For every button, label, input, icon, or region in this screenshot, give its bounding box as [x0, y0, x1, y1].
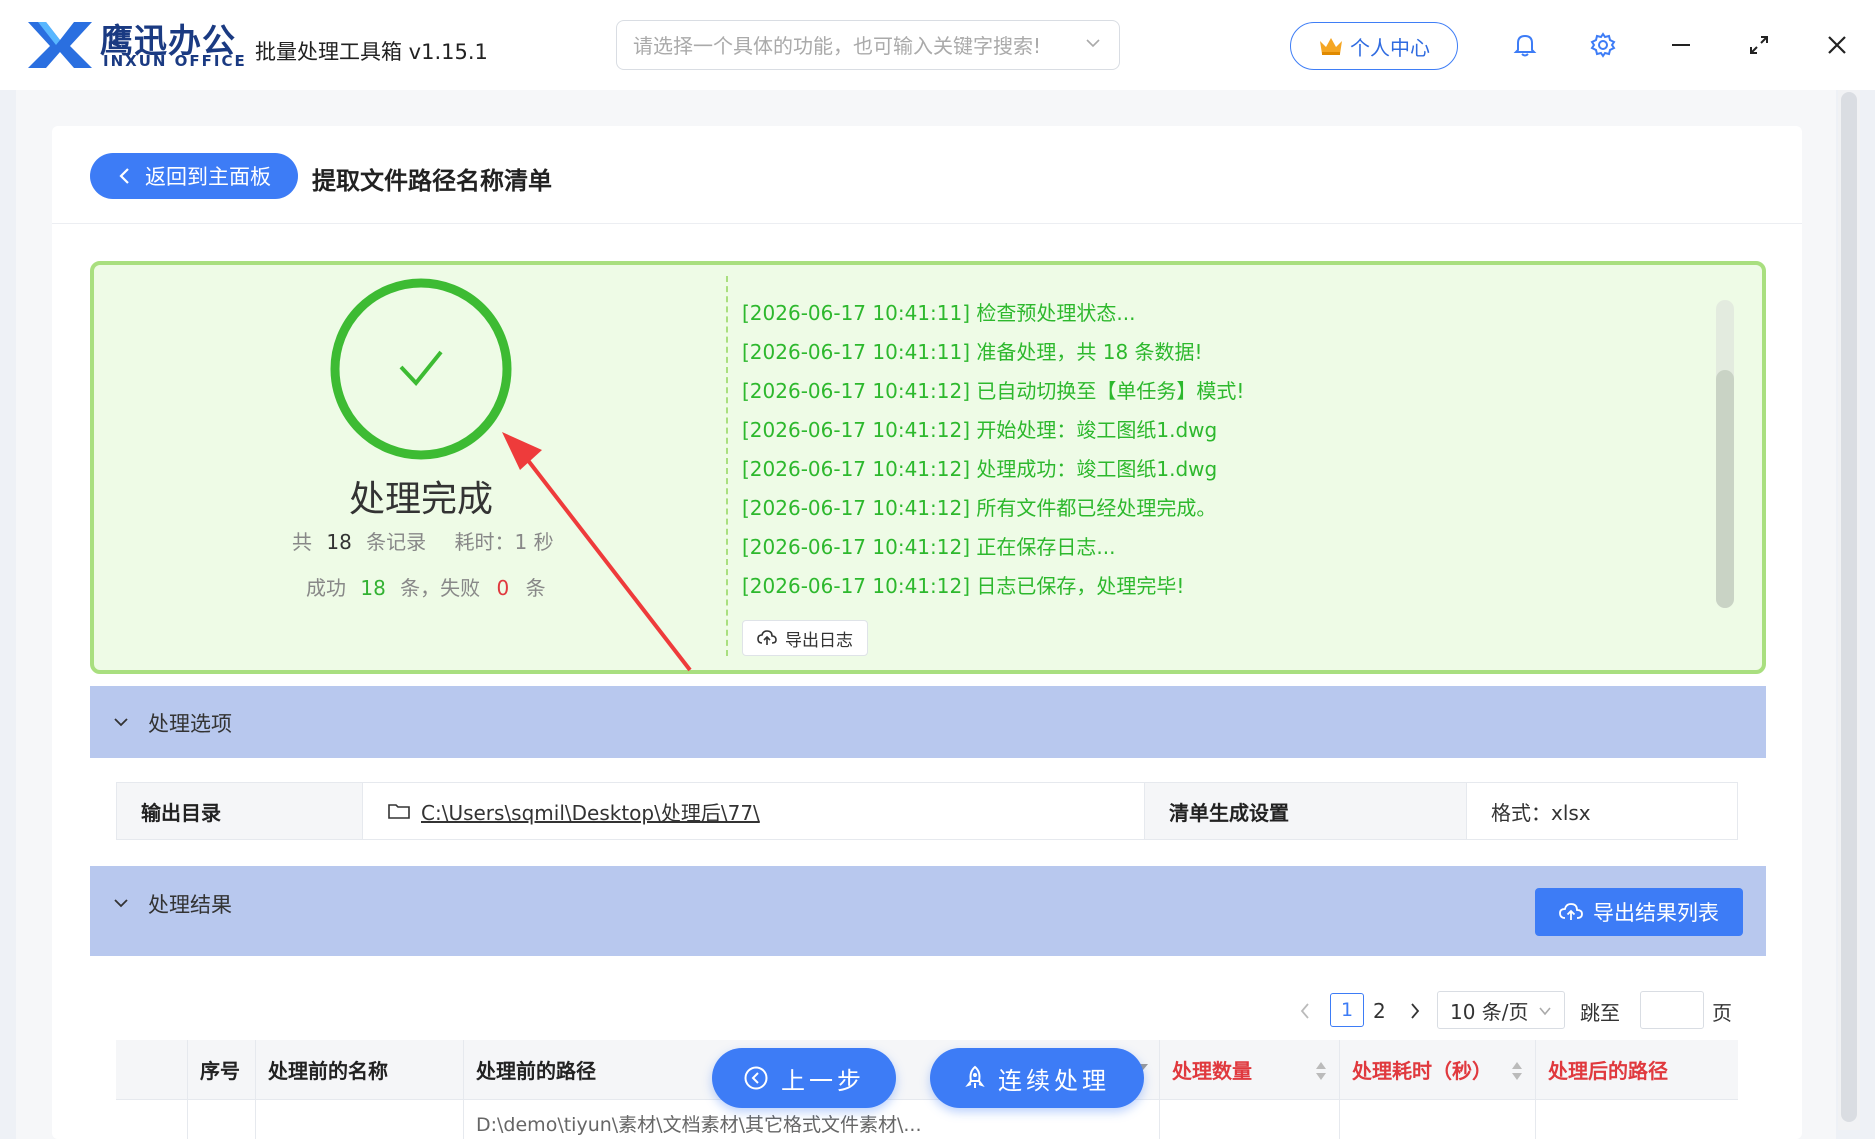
success-suffix: 条，失败 [400, 576, 481, 600]
jump-page-input[interactable] [1640, 991, 1704, 1029]
results-section-title: 处理结果 [148, 893, 232, 917]
column-header-path-after[interactable]: 处理后的路径 [1536, 1040, 1738, 1099]
window-scrollbar-thumb[interactable] [1841, 92, 1857, 1122]
cloud-upload-icon [757, 630, 777, 645]
previous-step-label: 上一步 [781, 1066, 865, 1095]
continue-processing-button[interactable]: 连续处理 [930, 1048, 1144, 1108]
page-size-value: 10 条/页 [1450, 999, 1529, 1024]
log-line: [2026-06-17 10:41:12] 所有文件都已经处理完成。 [742, 496, 1217, 520]
chevron-left-icon [119, 168, 129, 184]
previous-step-button[interactable]: 上一步 [712, 1048, 896, 1108]
maximize-icon[interactable] [1744, 30, 1774, 60]
jump-label: 跳至 [1580, 1000, 1620, 1025]
column-header-duration[interactable]: 处理耗时（秒） [1340, 1040, 1536, 1099]
status-title: 处理完成 [348, 479, 493, 520]
log-list: [2026-06-17 10:41:11] 检查预处理状态... [2026-0… [742, 298, 1692, 610]
back-label: 返回到主面板 [145, 165, 271, 189]
prev-page-icon[interactable] [1298, 1001, 1312, 1021]
crown-icon [1320, 38, 1342, 55]
gear-icon[interactable] [1588, 30, 1618, 60]
folder-icon [388, 804, 410, 819]
row-checkbox-cell [116, 1100, 188, 1139]
success-fail-stats: 成功 18 条，失败 0 条 [306, 572, 546, 601]
close-icon[interactable] [1822, 30, 1852, 60]
fail-count: 0 [496, 576, 510, 600]
column-header-path-before-label: 处理前的路径 [476, 1059, 596, 1083]
fail-suffix: 条 [525, 576, 546, 600]
chevron-down-icon[interactable] [112, 713, 130, 731]
chevron-down-icon [1539, 1007, 1551, 1016]
export-log-label: 导出日志 [785, 630, 853, 651]
minimize-icon[interactable] [1666, 30, 1696, 60]
cloud-upload-icon [1559, 903, 1583, 920]
sort-icon[interactable] [1315, 1060, 1327, 1082]
search-input[interactable] [633, 31, 1073, 61]
result-divider [726, 276, 728, 656]
column-header-count[interactable]: 处理数量 [1160, 1040, 1340, 1099]
output-dir-cell: C:\Users\sqmil\Desktop\处理后\77\ [363, 783, 1145, 839]
column-header-checkbox [116, 1040, 188, 1099]
results-table-header: 序号 处理前的名称 处理前的路径 处理数量 处理耗时（秒） 处理后的路径 [116, 1040, 1738, 1100]
success-check-icon [330, 278, 512, 460]
inxun-logo-icon [28, 22, 92, 68]
export-result-list-button[interactable]: 导出结果列表 [1535, 888, 1743, 936]
log-line: [2026-06-17 10:41:11] 准备处理，共 18 条数据! [742, 340, 1203, 364]
log-line: [2026-06-17 10:41:12] 开始处理：竣工图纸1.dwg [742, 418, 1218, 442]
success-prefix: 成功 [306, 576, 346, 600]
page-1-button[interactable]: 1 [1330, 993, 1364, 1027]
log-line: [2026-06-17 10:41:12] 处理成功：竣工图纸1.dwg [742, 457, 1218, 481]
export-log-button[interactable]: 导出日志 [742, 620, 868, 656]
output-dir-label: 输出目录 [117, 783, 363, 839]
column-header-name-before[interactable]: 处理前的名称 [256, 1040, 464, 1099]
success-count: 18 [360, 576, 386, 600]
options-section-title: 处理选项 [148, 712, 232, 736]
row-path-after-cell [1536, 1100, 1738, 1139]
row-index-cell [188, 1100, 256, 1139]
time-label: 耗时：1 秒 [454, 530, 554, 554]
user-center-button[interactable]: 个人中心 [1290, 22, 1458, 70]
row-count-cell [1160, 1100, 1340, 1139]
page-unit-label: 页 [1712, 1000, 1732, 1025]
output-dir-link[interactable]: C:\Users\sqmil\Desktop\处理后\77\ [421, 797, 760, 826]
log-line: [2026-06-17 10:41:11] 检查预处理状态... [742, 301, 1136, 325]
app-title: 批量处理工具箱 v1.15.1 [255, 40, 488, 64]
options-section-header[interactable]: 处理选项 [90, 686, 1766, 758]
user-center-label: 个人中心 [1350, 35, 1430, 60]
total-count: 18 [326, 530, 352, 554]
options-table: 输出目录 C:\Users\sqmil\Desktop\处理后\77\ 清单生成… [116, 782, 1738, 840]
column-header-index[interactable]: 序号 [188, 1040, 256, 1099]
total-prefix: 共 [292, 530, 312, 554]
log-line: [2026-06-17 10:41:12] 正在保存日志... [742, 535, 1116, 559]
sort-icon[interactable] [1511, 1060, 1523, 1082]
results-section-header[interactable]: 处理结果 [90, 866, 1766, 956]
page-title: 提取文件路径名称清单 [312, 167, 552, 195]
next-page-icon[interactable] [1408, 1001, 1422, 1021]
chevron-down-icon[interactable] [1085, 35, 1101, 51]
continue-processing-label: 连续处理 [998, 1066, 1110, 1095]
table-row[interactable]: D:\demo\tiyun\素材\文档素材\其它格式文件素材\... [116, 1100, 1738, 1139]
rocket-icon [965, 1065, 985, 1088]
list-setting-label: 清单生成设置 [1145, 783, 1467, 839]
column-header-count-label: 处理数量 [1172, 1059, 1252, 1083]
log-line: [2026-06-17 10:41:12] 日志已保存，处理完毕! [742, 574, 1185, 598]
format-value: 格式：xlsx [1491, 800, 1591, 825]
column-header-duration-label: 处理耗时（秒） [1352, 1059, 1492, 1083]
page-size-select[interactable]: 10 条/页 [1437, 991, 1565, 1029]
chevron-down-icon[interactable] [112, 894, 130, 912]
total-stats: 共 18 条记录 耗时：1 秒 [292, 526, 554, 555]
total-suffix: 条记录 [366, 530, 427, 554]
function-search-box[interactable] [616, 20, 1120, 70]
back-to-dashboard-button[interactable]: 返回到主面板 [90, 153, 298, 199]
log-line: [2026-06-17 10:41:12] 已自动切换至【单任务】模式! [742, 379, 1245, 403]
bell-icon[interactable] [1510, 30, 1540, 60]
page-2-button[interactable]: 2 [1373, 993, 1386, 1029]
circle-chevron-left-icon [744, 1066, 768, 1090]
log-scrollbar-thumb[interactable] [1716, 370, 1734, 608]
title-bar: 鹰迅办公 INXUN OFFICE 批量处理工具箱 v1.15.1 个人中心 [0, 0, 1875, 90]
row-duration-cell [1340, 1100, 1536, 1139]
row-name-cell [256, 1100, 464, 1139]
logo-text-en: INXUN OFFICE [103, 52, 247, 70]
export-list-label: 导出结果列表 [1593, 901, 1719, 925]
